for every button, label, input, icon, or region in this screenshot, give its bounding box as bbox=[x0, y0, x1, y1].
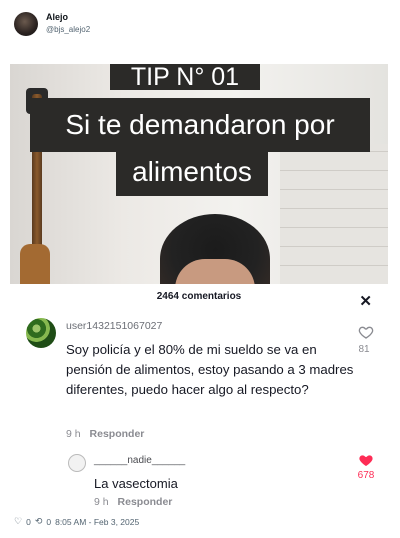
reply-username[interactable]: ______nadie______ bbox=[94, 455, 185, 466]
reply-like-count: 678 bbox=[357, 470, 375, 481]
comment-time: 9 h bbox=[66, 428, 81, 440]
footer-like-count: 0 bbox=[26, 516, 31, 527]
caption-line-3: alimentos bbox=[116, 152, 268, 196]
video-frame[interactable]: TIP N° 01 Si te demandaron por alimentos bbox=[10, 64, 388, 284]
post-header: Alejo @bjs_alejo2 bbox=[10, 8, 390, 36]
repost-icon[interactable]: ⟲ bbox=[35, 516, 43, 527]
caption-line-1: TIP N° 01 bbox=[110, 64, 260, 90]
comment-meta: 9 h Responder bbox=[66, 428, 144, 440]
brick-wall bbox=[280, 144, 388, 284]
reply-text: La vasectomia bbox=[94, 476, 178, 491]
heart-icon[interactable]: ♡ bbox=[14, 516, 22, 527]
author-avatar[interactable] bbox=[14, 12, 38, 36]
commenter-avatar[interactable] bbox=[26, 318, 56, 348]
reply-button[interactable]: Responder bbox=[90, 428, 145, 440]
reply-time: 9 h bbox=[94, 496, 109, 508]
guitar-body bbox=[20, 244, 50, 284]
comment-text: Soy policía y el 80% de mi sueldo se va … bbox=[66, 342, 354, 397]
comment-username[interactable]: user1432151067027 bbox=[66, 320, 162, 332]
reply-button[interactable]: Responder bbox=[118, 496, 173, 508]
comments-panel: 2464 comentarios ✕ user1432151067027 Soy… bbox=[10, 284, 388, 508]
heart-outline-icon[interactable] bbox=[358, 324, 374, 340]
author-name[interactable]: Alejo bbox=[46, 12, 68, 22]
close-icon[interactable]: ✕ bbox=[359, 292, 372, 310]
post-timestamp: 8:05 AM - Feb 3, 2025 bbox=[55, 516, 140, 527]
reply-avatar[interactable] bbox=[68, 454, 86, 472]
footer-repost-count: 0 bbox=[46, 516, 52, 527]
author-handle[interactable]: @bjs_alejo2 bbox=[46, 25, 90, 34]
like-count: 81 bbox=[358, 344, 370, 355]
heart-filled-icon[interactable] bbox=[358, 452, 374, 468]
comments-count: 2464 comentarios bbox=[156, 291, 242, 302]
reply-meta: 9 h Responder bbox=[94, 496, 172, 508]
caption-line-2: Si te demandaron por bbox=[30, 98, 370, 152]
post-footer: ♡ 0 ⟲ 0 8:05 AM - Feb 3, 2025 bbox=[14, 516, 139, 527]
